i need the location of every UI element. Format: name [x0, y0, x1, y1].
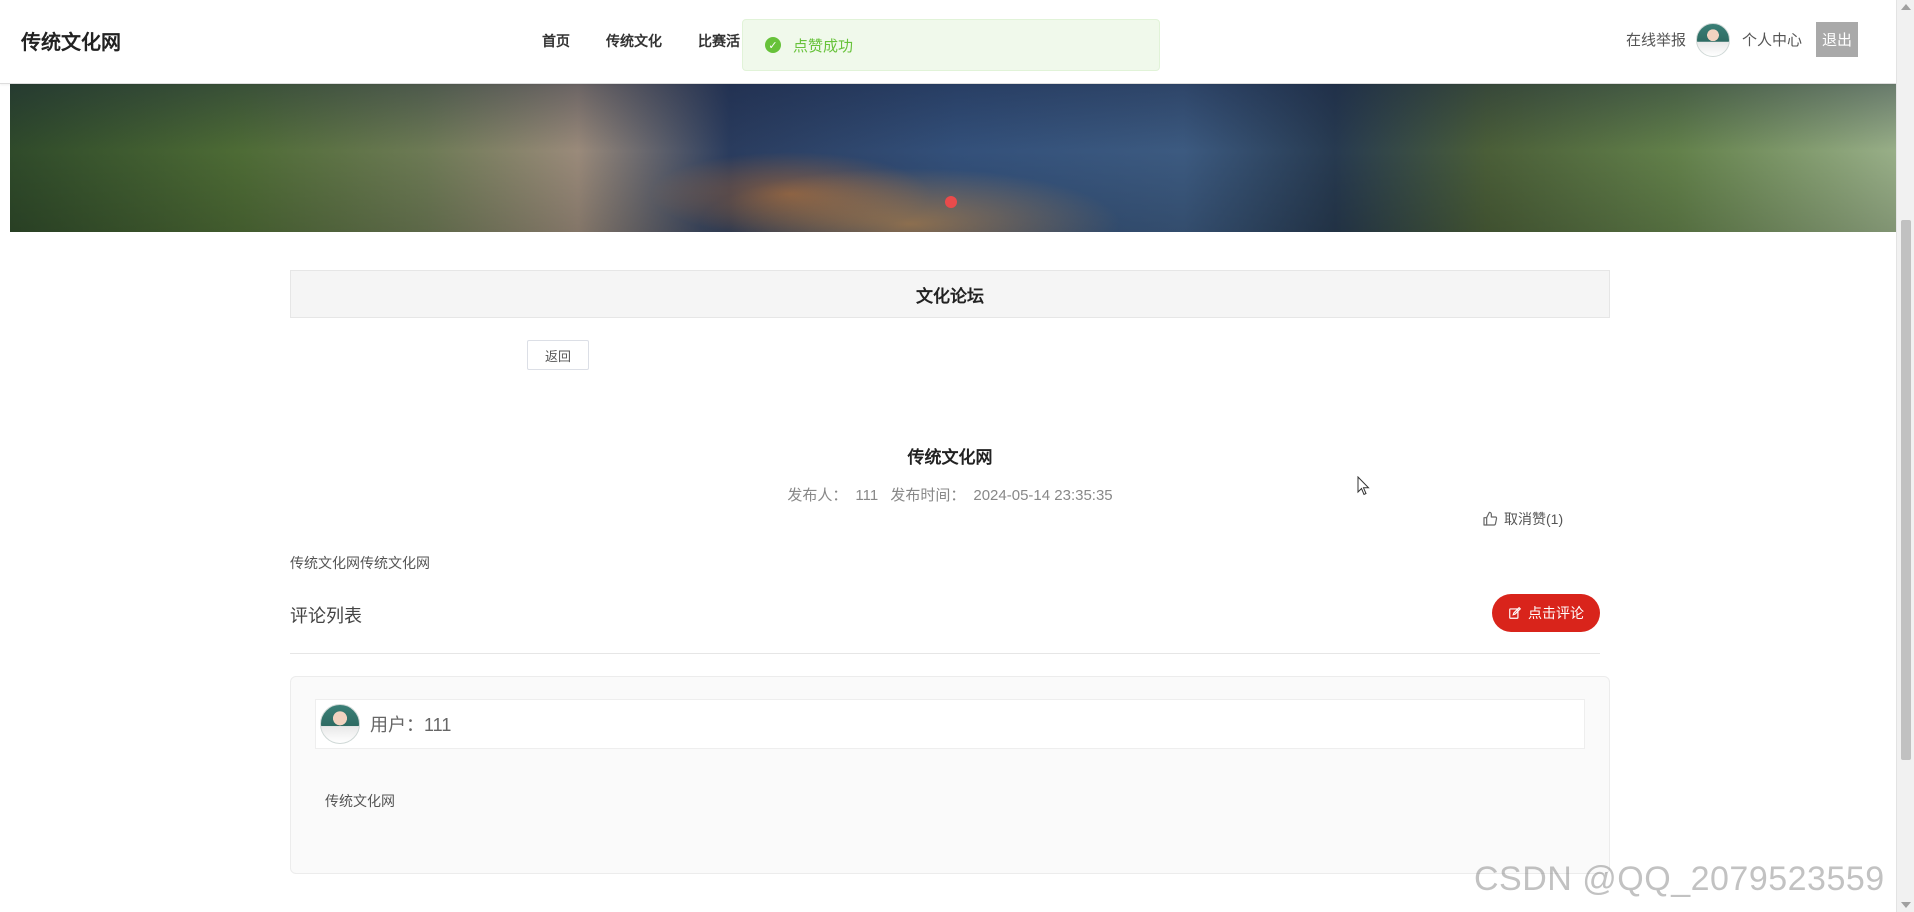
- online-report-link[interactable]: 在线举报: [1626, 29, 1686, 50]
- comment-item: 用户：111 传统文化网: [290, 676, 1610, 874]
- nav-item-traditional-culture[interactable]: 传统文化: [606, 31, 662, 51]
- section-title-bar: 文化论坛: [290, 270, 1610, 318]
- page-scrollbar[interactable]: [1896, 0, 1914, 912]
- comment-user-row: 用户：111: [315, 699, 1585, 749]
- scroll-down-icon[interactable]: [1901, 902, 1911, 908]
- commenter-name: 用户：111: [370, 715, 452, 735]
- hero-banner: [10, 84, 1903, 232]
- header-user-area: 在线举报 个人中心 退出: [1626, 22, 1858, 57]
- comment-list-label: 评论列表: [290, 606, 362, 626]
- time-value: 2024-05-14 23:35:35: [973, 487, 1113, 504]
- author-label: 发布人：: [787, 487, 848, 504]
- user-avatar[interactable]: [1695, 22, 1730, 57]
- site-logo[interactable]: 传统文化网: [21, 26, 121, 55]
- post-title: 传统文化网: [907, 448, 993, 467]
- scroll-up-icon[interactable]: [1901, 4, 1911, 10]
- nav-item-home[interactable]: 首页: [542, 31, 570, 51]
- like-label: 取消赞(1): [1504, 511, 1564, 527]
- carousel-indicator-dot[interactable]: [945, 196, 957, 208]
- thumbs-up-icon: [1483, 511, 1498, 526]
- main-nav: 首页 传统文化 比赛活: [542, 31, 776, 51]
- author-value: 111: [855, 487, 879, 504]
- personal-center-link[interactable]: 个人中心: [1742, 29, 1802, 50]
- logout-button[interactable]: 退出: [1816, 22, 1858, 57]
- check-circle-icon: ✓: [765, 37, 781, 53]
- comment-text: 传统文化网: [325, 793, 395, 809]
- toast-message: 点赞成功: [793, 37, 854, 55]
- post-content: 传统文化网传统文化网: [290, 555, 430, 571]
- edit-icon: [1509, 606, 1522, 619]
- section-title: 文化论坛: [916, 286, 984, 306]
- commenter-avatar: [320, 704, 360, 744]
- unlike-button[interactable]: 取消赞(1): [1482, 509, 1563, 529]
- time-label: 发布时间：: [890, 487, 966, 504]
- add-comment-button[interactable]: 点击评论: [1492, 594, 1600, 632]
- scroll-thumb[interactable]: [1901, 220, 1911, 760]
- back-button[interactable]: 返回: [527, 340, 589, 370]
- comment-list-header: 评论列表 点击评论: [290, 594, 1600, 654]
- post-meta: 发布人： 111 发布时间： 2024-05-14 23:35:35: [0, 484, 1900, 505]
- mouse-cursor-icon: [1357, 476, 1370, 496]
- nav-item-competition[interactable]: 比赛活: [698, 31, 740, 51]
- success-toast: ✓ 点赞成功: [742, 19, 1160, 71]
- add-comment-label: 点击评论: [1528, 605, 1584, 621]
- csdn-watermark: CSDN @QQ_2079523559: [1474, 860, 1885, 898]
